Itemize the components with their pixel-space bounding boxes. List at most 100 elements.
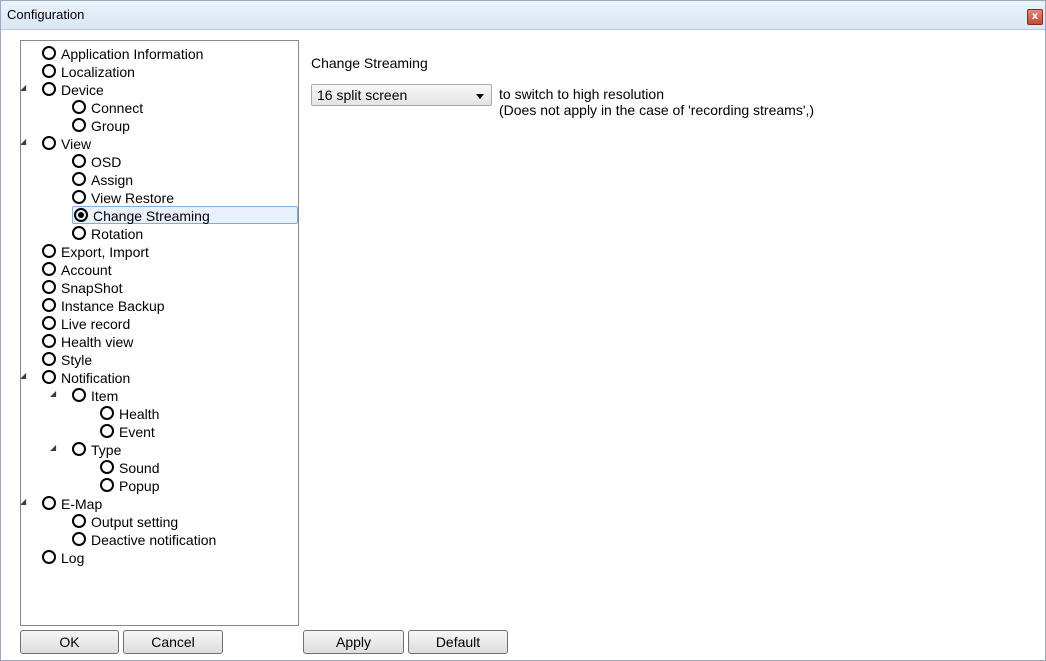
tree-item-label: Device [61,82,104,98]
radio-icon[interactable] [42,370,56,384]
tree-item-label: Output setting [91,514,179,530]
radio-icon[interactable] [72,514,86,528]
tree-item-label: OSD [91,154,122,170]
radio-icon[interactable] [100,424,114,438]
tree-item-label: SnapShot [61,280,123,296]
stream-split-select[interactable]: 16 split screen [311,84,492,106]
tree-item-label: Application Information [61,46,204,62]
radio-icon[interactable] [100,460,114,474]
tree-item[interactable]: Connect [72,99,143,117]
tree-expand-icon[interactable]: ◢ [21,79,30,97]
radio-icon[interactable] [42,280,56,294]
tree-expand-icon[interactable]: ◢ [21,493,30,511]
tree-item-label: Live record [61,316,131,332]
stream-split-select-value: 16 split screen [317,87,408,103]
tree-item[interactable]: Health view [42,333,133,351]
tree-item[interactable]: Popup [100,477,159,495]
tree-item-label: Log [61,550,85,566]
tree-item[interactable]: Log [42,549,84,567]
tree-item[interactable]: Deactive notification [72,531,216,549]
tree-item-label: Sound [119,460,160,476]
radio-icon[interactable] [72,154,86,168]
tree-item[interactable]: Export, Import [42,243,149,261]
tree-expand-icon[interactable]: ◢ [50,439,60,457]
tree-item[interactable]: Item [72,387,118,405]
radio-icon[interactable] [42,46,56,60]
radio-icon[interactable] [42,352,56,366]
tree-item[interactable]: Localization [42,63,135,81]
tree-item-label: Connect [91,100,144,116]
radio-icon[interactable] [42,64,56,78]
tree-item-label: E-Map [61,496,103,512]
radio-icon[interactable] [42,136,56,150]
radio-icon[interactable] [100,406,114,420]
tree-expand-icon[interactable]: ◢ [50,385,60,403]
tree-item[interactable]: View [42,135,91,153]
tree-item[interactable]: Type [72,441,121,459]
tree-item-label: Account [61,262,112,278]
chevron-down-icon[interactable] [476,94,484,99]
tree-item-label: Deactive notification [91,532,217,548]
radio-icon[interactable] [72,442,86,456]
tree-item[interactable]: View Restore [72,189,174,207]
radio-icon[interactable] [42,334,56,348]
window-title: Configuration [7,7,85,22]
tree-item-label: Group [91,118,130,134]
tree-item[interactable]: Health [100,405,159,423]
radio-icon[interactable] [72,388,86,402]
radio-icon[interactable] [42,82,56,96]
tree-item[interactable]: Account [42,261,112,279]
radio-icon[interactable] [72,100,86,114]
tree-item[interactable]: Device [42,81,104,99]
tree-item[interactable]: E-Map [42,495,102,513]
tree-item-label: Popup [119,478,160,494]
settings-panel: Change Streaming 16 split screen to swit… [311,30,1031,630]
tree-item-label: Health view [61,334,134,350]
tree-expand-icon[interactable]: ◢ [21,367,30,385]
radio-icon[interactable] [42,244,56,258]
tree-item[interactable]: Live record [42,315,130,333]
radio-icon[interactable] [42,550,56,564]
radio-icon[interactable] [42,298,56,312]
radio-icon[interactable] [42,316,56,330]
radio-icon[interactable] [72,118,86,132]
tree-item[interactable]: Style [42,351,92,369]
tree-item[interactable]: Rotation [72,225,143,243]
tree-expand-icon[interactable]: ◢ [21,133,30,151]
switch-description: to switch to high resolution [499,86,664,102]
settings-tree[interactable]: Application Information Localization ◢ Devi… [20,40,299,626]
radio-icon[interactable] [72,190,86,204]
title-bar: Configuration x [1,1,1045,30]
radio-icon[interactable] [42,496,56,510]
radio-checked-icon[interactable] [74,208,88,222]
tree-item[interactable]: Application Information [42,45,203,63]
tree-item[interactable]: Event [100,423,155,441]
tree-item[interactable]: Group [72,117,130,135]
apply-button[interactable]: Apply [303,630,404,654]
tree-item-label: Style [61,352,93,368]
tree-item-label: Localization [61,64,135,80]
tree-item-label: Type [91,442,122,458]
close-button[interactable]: x [1027,9,1043,25]
tree-item[interactable]: Output setting [72,513,178,531]
tree-item-label: Rotation [91,226,144,242]
tree-item-label: Event [119,424,155,440]
radio-icon[interactable] [72,172,86,186]
ok-button[interactable]: OK [20,630,119,654]
radio-icon[interactable] [72,532,86,546]
radio-icon[interactable] [100,478,114,492]
tree-item-label: View Restore [91,190,175,206]
tree-item-label: Assign [91,172,134,188]
radio-icon[interactable] [72,226,86,240]
tree-item-label: Change Streaming [93,208,210,224]
tree-item[interactable]: SnapShot [42,279,123,297]
tree-item-label: Export, Import [61,244,149,260]
radio-icon[interactable] [42,262,56,276]
tree-item[interactable]: Instance Backup [42,297,165,315]
tree-item[interactable]: Change Streaming [72,206,298,224]
tree-item[interactable]: OSD [72,153,121,171]
cancel-button[interactable]: Cancel [123,630,223,654]
tree-item[interactable]: Assign [72,171,133,189]
tree-item[interactable]: Sound [100,459,159,477]
default-button[interactable]: Default [408,630,508,654]
